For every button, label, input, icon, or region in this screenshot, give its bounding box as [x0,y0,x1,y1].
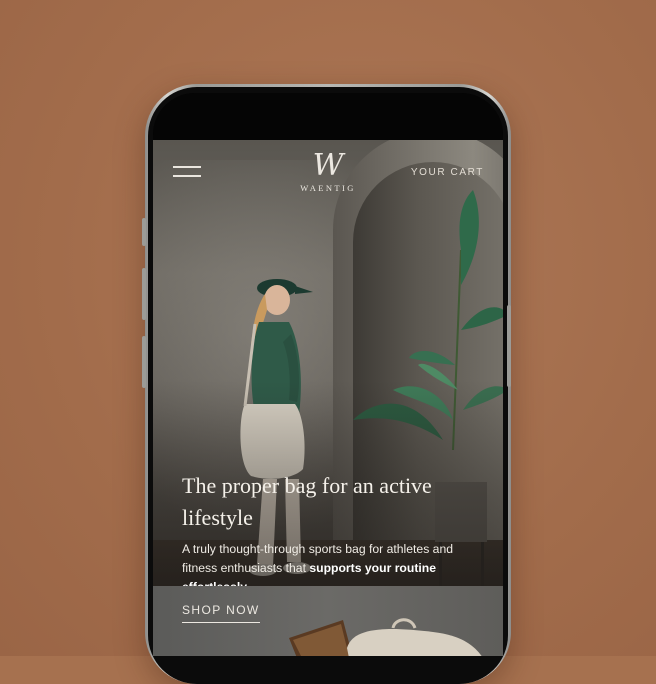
phone-side-button [142,336,146,388]
brand-monogram: W [312,148,344,183]
brand-name: WAENTIG [300,183,356,193]
phone-side-button [142,268,146,320]
phone-screen: W WAENTIG YOUR CART The proper bag for a… [153,93,503,656]
hero-headline: The proper bag for an active lifestyle [182,473,432,530]
brand-logo[interactable]: W WAENTIG [293,148,363,194]
menu-button[interactable] [173,166,203,182]
cta-section: SHOP NOW [153,586,503,656]
hero-subcopy: A truly thought-through sports bag for a… [182,540,482,586]
hero-section: W WAENTIG YOUR CART The proper bag for a… [153,140,503,586]
shop-now-button[interactable]: SHOP NOW [182,603,260,623]
phone-power-button [507,305,511,387]
hamburger-menu-icon [173,175,201,177]
product-preview-image [289,618,482,656]
status-bar [153,93,503,140]
phone-side-button [142,218,146,246]
cart-link[interactable]: YOUR CART [411,167,484,178]
site-header: W WAENTIG YOUR CART [153,140,503,210]
hamburger-menu-icon [173,166,201,168]
